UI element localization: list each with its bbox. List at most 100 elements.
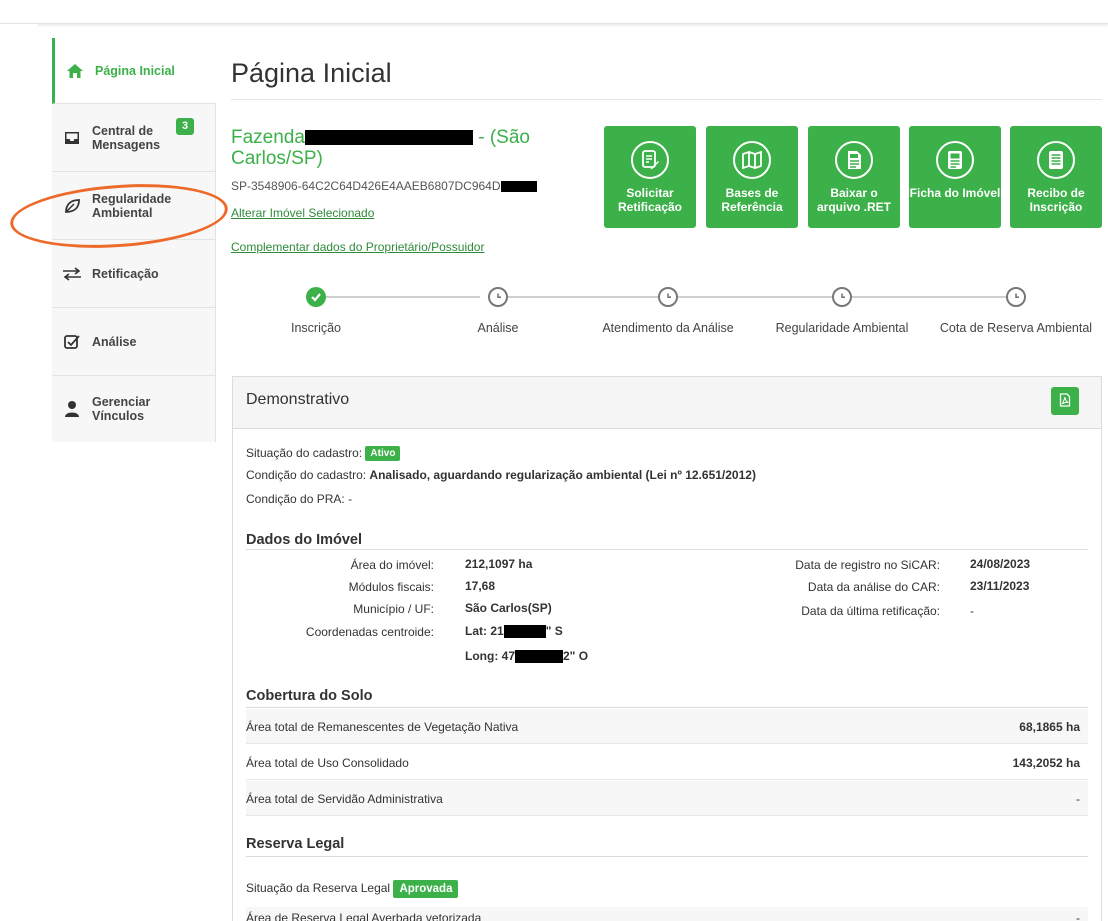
leaf-icon bbox=[52, 197, 92, 215]
receipt-icon bbox=[1037, 141, 1075, 179]
row-value: - bbox=[1076, 792, 1080, 806]
clock-icon bbox=[488, 287, 508, 307]
longitude-suffix: 2" O bbox=[563, 649, 589, 663]
redaction-bar bbox=[503, 625, 546, 639]
step-connector bbox=[508, 296, 658, 298]
latitude-value: Lat: 21 " S bbox=[465, 624, 563, 639]
inbox-icon bbox=[52, 130, 92, 146]
row-label: Área total de Remanescentes de Vegetação… bbox=[246, 720, 519, 734]
legal-reserve-status-label: Situação da Reserva Legal bbox=[246, 881, 391, 896]
table-row: Área de Reserva Legal Averbada vetorizad… bbox=[246, 907, 1088, 921]
home-icon bbox=[55, 62, 95, 80]
row-label: Área de Reserva Legal Averbada vetorizad… bbox=[246, 911, 482, 921]
reference-bases-button[interactable]: Bases de Referência bbox=[706, 126, 798, 228]
pra-condition-label: Condição do PRA: bbox=[246, 492, 345, 506]
sicar-registration-value: 24/08/2023 bbox=[970, 557, 1031, 571]
ret-file-icon bbox=[835, 141, 873, 179]
sidebar-item-analise[interactable]: Análise bbox=[52, 308, 216, 376]
row-label: Área total de Servidão Administrativa bbox=[246, 792, 443, 806]
panel-header: Demonstrativo bbox=[233, 377, 1101, 429]
section-divider bbox=[246, 549, 1088, 550]
sidebar-item-retificacao[interactable]: Retificação bbox=[52, 240, 216, 308]
left-gutter bbox=[0, 24, 38, 921]
download-ret-button[interactable]: Baixar o arquivo .RET bbox=[808, 126, 900, 228]
top-bar bbox=[0, 0, 1108, 24]
property-name: Fazenda - (São Carlos/SP) bbox=[231, 127, 571, 169]
status-badge: Ativo bbox=[365, 446, 401, 462]
action-label: Ficha do Imóvel bbox=[909, 186, 1001, 200]
sidebar-item-label: Regularidade Ambiental bbox=[92, 191, 172, 220]
pdf-icon bbox=[1059, 392, 1071, 410]
property-name-prefix: Fazenda bbox=[231, 127, 305, 148]
step-label: Inscrição bbox=[290, 321, 342, 335]
complement-owner-link[interactable]: Complementar dados do Proprietário/Possu… bbox=[231, 240, 484, 254]
action-label: Bases de Referência bbox=[721, 186, 783, 214]
sidebar-item-pagina-inicial[interactable]: Página Inicial bbox=[52, 38, 216, 104]
row-value: 143,2052 ha bbox=[1012, 756, 1080, 770]
change-property-link[interactable]: Alterar Imóvel Selecionado bbox=[231, 206, 374, 220]
registration-condition-value: Analisado, aguardando regularização ambi… bbox=[369, 468, 756, 482]
row-value: 68,1865 ha bbox=[1019, 720, 1080, 734]
municipality-label: Município / UF: bbox=[353, 602, 434, 616]
longitude-prefix: Long: 47 bbox=[465, 649, 515, 663]
table-row: Área total de Remanescentes de Vegetação… bbox=[246, 709, 1088, 744]
step-connector bbox=[326, 296, 480, 298]
longitude-value: Long: 47 2" O bbox=[465, 649, 589, 664]
step-connector bbox=[678, 296, 832, 298]
step-connector bbox=[852, 296, 1006, 298]
sidebar-item-regularidade-ambiental[interactable]: Regularidade Ambiental bbox=[52, 172, 216, 240]
latitude-prefix: Lat: 21 bbox=[465, 624, 504, 638]
redaction-bar bbox=[304, 130, 473, 146]
status-badge: Aprovada bbox=[393, 880, 459, 898]
property-code: SP-3548906-64C2C64D426E4AAEB6807DC964D bbox=[231, 179, 537, 193]
legal-reserve-status: Situação da Reserva Legal Aprovada bbox=[246, 880, 459, 898]
section-title: Cobertura do Solo bbox=[246, 688, 373, 704]
registration-receipt-button[interactable]: Recibo de Inscrição bbox=[1010, 126, 1102, 228]
action-label: Solicitar Retificação bbox=[617, 186, 683, 214]
panel-title: Demonstrativo bbox=[246, 391, 350, 408]
latitude-suffix: " S bbox=[545, 624, 563, 638]
action-label: Baixar o arquivo .RET bbox=[816, 186, 891, 214]
modules-value: 17,68 bbox=[465, 579, 496, 593]
registration-condition: Condição do cadastro: Analisado, aguarda… bbox=[246, 468, 756, 482]
registration-condition-label: Condição do cadastro: bbox=[246, 468, 367, 482]
step-label: Regularidade Ambiental bbox=[775, 321, 909, 335]
last-rectification-label: Data da última retificação: bbox=[801, 604, 940, 618]
step-label: Análise bbox=[477, 321, 519, 335]
page-title: Página Inicial bbox=[231, 58, 392, 88]
row-label: Área total de Uso Consolidado bbox=[246, 756, 409, 770]
step-label: Cota de Reserva Ambiental bbox=[939, 321, 1093, 335]
clock-icon bbox=[658, 287, 678, 307]
row-value: - bbox=[1076, 911, 1080, 921]
pdf-export-button[interactable] bbox=[1051, 387, 1079, 415]
property-record-button[interactable]: Ficha do Imóvel bbox=[909, 126, 1001, 228]
sidebar-item-label: Central de Mensagens bbox=[92, 123, 161, 152]
id-card-icon bbox=[936, 141, 974, 179]
modules-label: Módulos fiscais: bbox=[348, 580, 434, 594]
title-divider bbox=[231, 99, 1102, 100]
edit-document-icon bbox=[631, 141, 669, 179]
sidebar-item-gerenciar-vinculos[interactable]: Gerenciar Vínculos bbox=[52, 376, 216, 442]
sicar-registration-label: Data de registro no SiCAR: bbox=[795, 558, 940, 572]
pra-condition-value: - bbox=[348, 492, 353, 506]
area-label: Área do imóvel: bbox=[350, 558, 434, 572]
map-icon bbox=[733, 141, 771, 179]
last-rectification-value: - bbox=[970, 604, 974, 618]
sidebar-item-central-mensagens[interactable]: Central de Mensagens bbox=[52, 104, 216, 172]
table-row: Área total de Servidão Administrativa - bbox=[246, 781, 1088, 816]
message-count-badge: 3 bbox=[176, 118, 194, 135]
exchange-arrows-icon bbox=[52, 266, 92, 281]
clock-icon bbox=[832, 287, 852, 307]
checkbox-edit-icon bbox=[52, 333, 92, 351]
step-label: Atendimento da Análise bbox=[602, 321, 734, 335]
section-title: Reserva Legal bbox=[246, 836, 345, 852]
registration-status-label: Situação do cadastro: bbox=[246, 446, 363, 460]
area-value: 212,1097 ha bbox=[465, 557, 533, 571]
property-code-text: SP-3548906-64C2C64D426E4AAEB6807DC964D bbox=[231, 179, 501, 193]
sidebar-item-label: Análise bbox=[92, 334, 137, 349]
car-analysis-value: 23/11/2023 bbox=[970, 579, 1030, 593]
redaction-bar bbox=[515, 650, 563, 664]
section-divider bbox=[246, 856, 1088, 857]
sidebar-item-label: Gerenciar Vínculos bbox=[92, 395, 151, 423]
request-rectification-button[interactable]: Solicitar Retificação bbox=[604, 126, 696, 228]
